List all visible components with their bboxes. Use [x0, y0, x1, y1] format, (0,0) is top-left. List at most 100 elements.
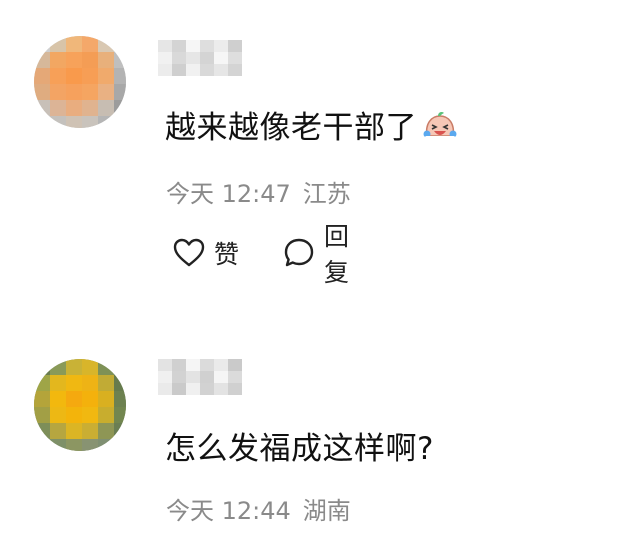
pixel-tile — [172, 64, 186, 76]
avatar-pixelated-image — [34, 359, 126, 451]
pixel-tile — [34, 359, 50, 375]
pixel-tile — [200, 371, 214, 383]
pixel-tile — [66, 116, 82, 128]
pixel-tile — [172, 40, 186, 52]
comment-time: 今天 12:47 — [166, 180, 291, 208]
reply-button[interactable]: 回复 — [282, 222, 349, 287]
pixel-tile — [82, 52, 98, 68]
pixel-tile — [50, 68, 66, 84]
pixel-tile — [34, 36, 50, 52]
pixel-tile — [228, 64, 242, 76]
pixel-tile — [158, 64, 172, 76]
pixel-tile — [158, 383, 172, 395]
pixel-tile — [66, 439, 82, 451]
pixel-tile — [66, 423, 82, 439]
pixel-tile — [98, 407, 114, 423]
pixel-tile — [214, 64, 228, 76]
pixel-tile — [186, 64, 200, 76]
pixel-tile — [214, 359, 228, 371]
pixel-tile — [50, 116, 66, 128]
pixel-tile — [186, 52, 200, 64]
pixel-tile — [158, 359, 172, 371]
pixel-tile — [158, 40, 172, 52]
pixel-tile — [82, 36, 98, 52]
pixel-tile — [98, 423, 114, 439]
avatar-pixelated-image — [34, 36, 126, 128]
pixel-tile — [66, 36, 82, 52]
pixel-tile — [50, 52, 66, 68]
pixel-tile — [214, 52, 228, 64]
pixel-tile — [114, 36, 126, 52]
pixel-tile — [98, 84, 114, 100]
pixel-tile — [50, 423, 66, 439]
pixel-tile — [82, 439, 98, 451]
pixel-tile — [200, 40, 214, 52]
pixel-tile — [34, 391, 50, 407]
pixel-tile — [214, 383, 228, 395]
pixel-tile — [114, 68, 126, 84]
like-button[interactable]: 赞 — [172, 233, 239, 273]
pixel-tile — [50, 36, 66, 52]
avatar[interactable] — [34, 36, 126, 128]
pixel-tile — [172, 383, 186, 395]
pixel-tile — [82, 116, 98, 128]
reply-label: 回复 — [324, 222, 350, 287]
pixel-tile — [34, 407, 50, 423]
pixel-tile — [66, 407, 82, 423]
pixel-tile — [66, 100, 82, 116]
pixel-tile — [66, 375, 82, 391]
pixel-tile — [98, 439, 114, 451]
pixel-tile — [186, 359, 200, 371]
pixel-tile — [34, 84, 50, 100]
pixel-tile — [172, 371, 186, 383]
comment-location: 江苏 — [302, 180, 351, 208]
pixel-tile — [34, 375, 50, 391]
pixel-tile — [172, 359, 186, 371]
pixel-tile — [34, 439, 50, 451]
pixel-tile — [82, 375, 98, 391]
pixel-tile — [98, 375, 114, 391]
pixel-tile — [98, 100, 114, 116]
pixel-tile — [114, 439, 126, 451]
pixel-tile — [200, 64, 214, 76]
username-pixelated[interactable] — [158, 40, 242, 76]
pixel-tile — [158, 371, 172, 383]
comment-item: 越来越像老干部了 今天 12:47 江苏 赞 回复 — [0, 0, 640, 300]
heart-outline-icon — [172, 237, 206, 269]
pixel-tile — [66, 52, 82, 68]
pixel-tile — [214, 371, 228, 383]
pixel-tile — [114, 100, 126, 116]
pixel-tile — [82, 100, 98, 116]
pixel-tile — [214, 40, 228, 52]
comment-text-content: 怎么发福成这样啊? — [165, 431, 434, 467]
avatar[interactable] — [34, 359, 126, 451]
pixel-tile — [34, 116, 50, 128]
pixel-tile — [82, 68, 98, 84]
pixel-tile — [82, 359, 98, 375]
pixel-tile — [186, 40, 200, 52]
pixel-tile — [50, 375, 66, 391]
comment-text-content: 越来越像老干部了 — [165, 110, 417, 146]
pixel-tile — [114, 116, 126, 128]
pixel-tile — [66, 68, 82, 84]
like-label: 赞 — [214, 240, 240, 269]
pixel-tile — [50, 100, 66, 116]
pixel-tile — [200, 359, 214, 371]
pixel-tile — [82, 407, 98, 423]
pixel-tile — [228, 371, 242, 383]
pixel-tile — [114, 423, 126, 439]
comment-text: 怎么发福成这样啊? — [165, 423, 434, 468]
crying-laughing-emoji-icon — [421, 110, 459, 144]
pixel-tile — [200, 52, 214, 64]
pixel-tile — [158, 52, 172, 64]
pixel-tile — [34, 423, 50, 439]
pixel-tile — [34, 52, 50, 68]
comment-meta: 今天 12:47 江苏 — [166, 174, 363, 209]
pixel-tile — [186, 371, 200, 383]
pixel-tile — [98, 116, 114, 128]
pixel-tile — [50, 84, 66, 100]
username-pixelated[interactable] — [158, 359, 242, 395]
pixel-tile — [114, 407, 126, 423]
comment-text: 越来越像老干部了 — [165, 102, 459, 147]
pixel-tile — [114, 375, 126, 391]
